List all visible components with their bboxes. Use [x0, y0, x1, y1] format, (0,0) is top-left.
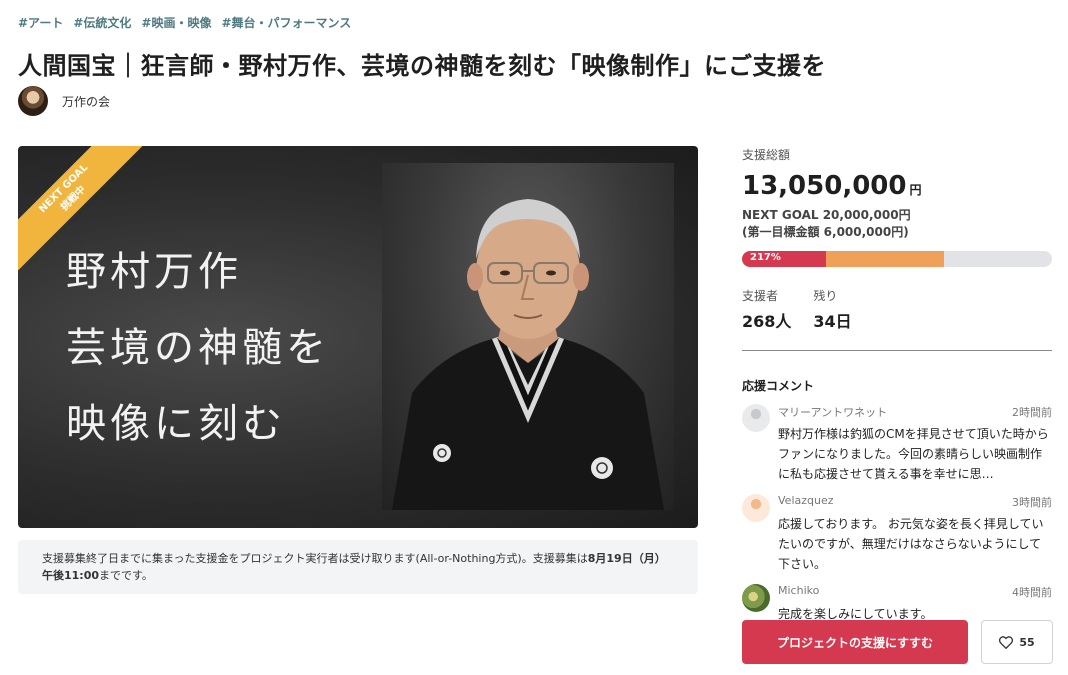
next-goal: NEXT GOAL 20,000,000円	[742, 208, 911, 222]
comment-item[interactable]: Velazquez 3時間前 応援しております。 お元気な姿を長く拝見していたい…	[742, 494, 1052, 574]
portrait-photo	[382, 163, 674, 510]
comments-heading: 応援コメント	[742, 379, 815, 393]
favorite-button[interactable]: 55	[981, 620, 1053, 664]
hero-caption-line: 映像に刻む	[66, 401, 286, 447]
remaining-stat: 残り 34日	[813, 287, 851, 332]
comment-user: Michiko	[778, 584, 820, 597]
comment-time: 2時間前	[1012, 406, 1052, 419]
comment-user: マリーアントワネット	[778, 406, 888, 419]
progress-percent: 217%	[750, 252, 781, 263]
comment-item[interactable]: Michiko 4時間前 完成を楽しみにしています。	[742, 584, 1052, 624]
funding-notice: 支援募集終了日までに集まった支援金をプロジェクト実行者は受け取ります(All-o…	[18, 540, 698, 594]
total-unit: 円	[909, 183, 922, 197]
divider	[742, 350, 1052, 351]
comment-meta: Michiko 4時間前	[778, 584, 1052, 600]
comment-text: 野村万作様は釣狐のCMを拝見させて頂いた時からファンになりました。今回の素晴らし…	[778, 427, 1049, 481]
favorite-count: 55	[1019, 635, 1035, 649]
user-avatar	[742, 584, 770, 612]
comment-meta: Velazquez 3時間前	[778, 494, 1052, 510]
user-avatar-icon	[742, 404, 770, 432]
next-goal-ribbon: NEXT GOAL 挑戦中	[18, 146, 148, 276]
user-avatar-icon	[742, 494, 770, 522]
project-stats-panel: 支援総額 13,050,000 円 NEXT GOAL 20,000,000円 (…	[742, 146, 1052, 624]
comment-time: 4時間前	[1012, 586, 1052, 599]
supporters-stat: 支援者 268人	[742, 287, 791, 332]
total-value: 13,050,000	[742, 171, 907, 201]
supporters-label: 支援者	[742, 289, 779, 303]
remaining-label: 残り	[813, 289, 838, 303]
heart-icon	[999, 635, 1014, 649]
portrait-illustration	[392, 199, 664, 510]
comment-text: 応援しております。 お元気な姿を長く拝見していたいのですが、無理だけはなさらない…	[778, 517, 1044, 571]
project-owner[interactable]: 万作の会	[18, 86, 110, 116]
tag-art[interactable]: #アート	[18, 14, 63, 31]
tag-traditional-culture[interactable]: #伝統文化	[73, 14, 131, 31]
owner-avatar[interactable]	[18, 86, 48, 116]
total-label: 支援総額	[742, 148, 791, 162]
progress-bar: 217%	[742, 251, 1052, 267]
supporters-value: 268人	[742, 312, 792, 331]
comment-body: Velazquez 3時間前 応援しております。 お元気な姿を長く拝見していたい…	[778, 494, 1052, 574]
tag-stage-performance[interactable]: #舞台・パフォーマンス	[221, 14, 351, 31]
notice-text: 支援募集終了日までに集まった支援金をプロジェクト実行者は受け取ります(All-o…	[42, 552, 588, 565]
supporter-stats: 支援者 268人 残り 34日	[742, 287, 1052, 332]
remaining-value: 34日	[813, 312, 852, 331]
comment-body: Michiko 4時間前 完成を楽しみにしています。	[778, 584, 1052, 624]
owner-name[interactable]: 万作の会	[62, 93, 110, 110]
notice-text-end: までです。	[99, 569, 153, 582]
tag-list: #アート #伝統文化 #映画・映像 #舞台・パフォーマンス	[18, 14, 351, 31]
comment-meta: マリーアントワネット 2時間前	[778, 404, 1052, 420]
hero-caption-line: 芸境の神髄を	[66, 325, 330, 371]
comment-body: マリーアントワネット 2時間前 野村万作様は釣狐のCMを拝見させて頂いた時からフ…	[778, 404, 1052, 484]
comment-item[interactable]: マリーアントワネット 2時間前 野村万作様は釣狐のCMを拝見させて頂いた時からフ…	[742, 404, 1052, 484]
ribbon-label: NEXT GOAL 挑戦中	[18, 146, 148, 274]
hero-image: 野村万作 芸境の神髄を 映像に刻む NEXT GOAL 挑戦中	[18, 146, 698, 528]
tag-film-video[interactable]: #映画・映像	[141, 14, 211, 31]
project-title: 人間国宝｜狂言師・野村万作、芸境の神髄を刻む「映像制作」にご支援を	[18, 52, 827, 80]
total-amount: 13,050,000 円	[742, 171, 1052, 201]
support-project-button[interactable]: プロジェクトの支援にすすむ	[742, 620, 968, 664]
goal-info: NEXT GOAL 20,000,000円 (第一目標金額 6,000,000円…	[742, 207, 1052, 241]
comment-user: Velazquez	[778, 494, 834, 507]
comment-time: 3時間前	[1012, 496, 1052, 509]
first-goal: (第一目標金額 6,000,000円)	[742, 225, 909, 239]
